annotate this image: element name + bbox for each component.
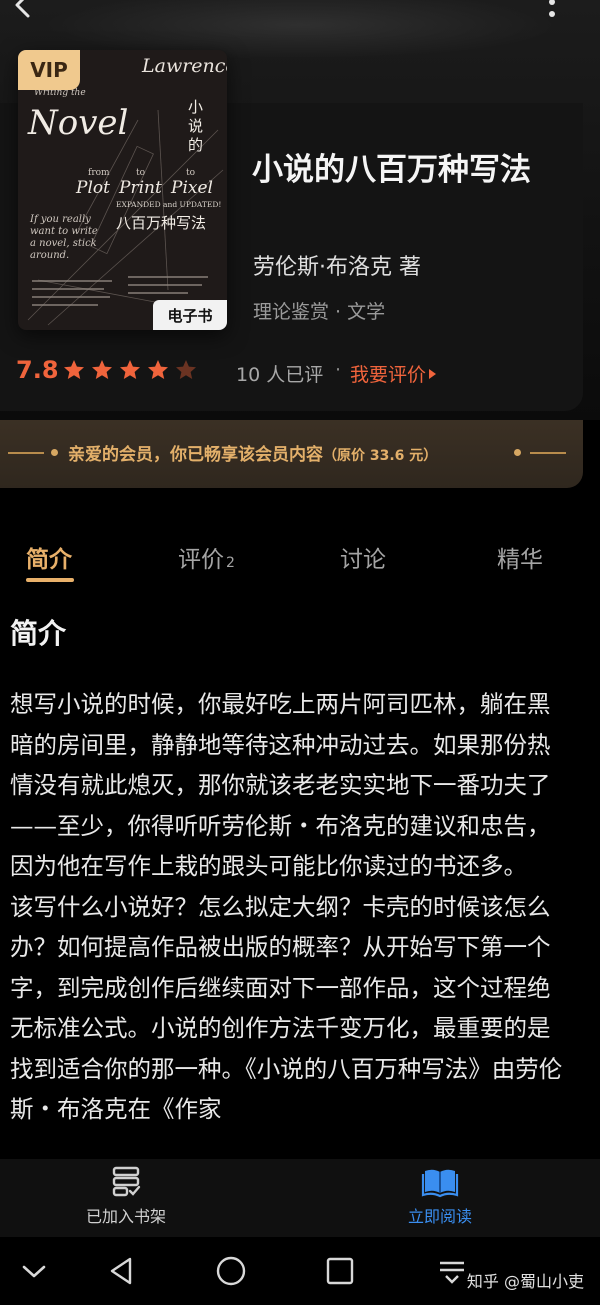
tab-intro[interactable]: 简介 [26,540,72,574]
back-triangle-icon[interactable] [106,1255,138,1287]
cover-edition: EXPANDED and UPDATED! [116,200,221,209]
book-tags[interactable]: 理论鉴赏 · 文学 [253,297,385,324]
cover-from: from [88,168,110,178]
bottom-action-bar: 已加入书架 立即阅读 [0,1159,600,1237]
tab-label: 精华 [497,547,543,573]
menu-lines-icon[interactable] [436,1255,468,1287]
cover-cn-vert-1: 小 [188,98,203,116]
read-label: 立即阅读 [408,1207,473,1226]
cover-art: Lawrence Block Writing the Novel from to… [27,55,227,326]
chevron-left-icon [15,0,30,18]
rate-book-label: 我要评价 [350,364,427,386]
star-full-icon [92,360,112,379]
cover-plot: Plot [75,178,110,198]
vip-badge: VIP [18,50,80,90]
rating-stars [62,358,198,382]
membership-message: 亲爱的会员，你已畅享该会员内容 [68,445,323,465]
membership-text: 亲爱的会员，你已畅享该会员内容（原价 33.6 元） [68,440,437,465]
ebook-badge: 电子书 [153,300,227,330]
bookshelf-check-icon [112,1166,141,1197]
added-to-shelf-button[interactable]: 已加入书架 [86,1165,166,1227]
book-title: 小说的八百万种写法 [252,152,531,188]
caret-right-icon [429,368,437,379]
cover-blurb-1: If you really [29,214,91,225]
back-button[interactable] [6,0,40,24]
intro-text: 想写小说的时候，你最好吃上两片阿司匹林，躺在黑暗的房间里，静静地等待这种冲动过去… [10,684,570,1159]
divider-dot [51,449,58,456]
divider-dot [514,449,521,456]
divider [530,452,566,454]
cover-pixel: Pixel [170,178,213,198]
rating-score: 7.8 [16,356,59,384]
cover-cn-vert-3: 的 [188,136,203,154]
watermark: 知乎 @蜀山小吏 [466,1272,584,1291]
rating-count: 10 人已评 [236,364,324,386]
cover-blurb-4: around. [30,250,69,261]
more-button[interactable] [540,0,564,18]
read-now-button[interactable]: 立即阅读 [408,1165,472,1227]
intro-paragraph: 该写什么小说好？怎么拟定大纲？卡壳的时候该怎么办？如何提高作品被出版的概率？从开… [10,892,563,1124]
divider [8,452,44,454]
shelf-label: 已加入书架 [86,1207,167,1226]
membership-banner: 亲爱的会员，你已畅享该会员内容（原价 33.6 元） [0,420,583,488]
tab-review-count: 2 [226,555,235,571]
intro-heading: 简介 [10,617,67,650]
book-cover[interactable]: Lawrence Block Writing the Novel from to… [18,50,227,330]
cover-blurb-3: a novel, stick [30,238,97,249]
cover-to1: to [136,168,145,178]
cover-cn-vert-2: 说 [188,117,203,135]
detail-tabs: 简介 评价 2 讨论 精华 [0,540,600,590]
tab-discussion[interactable]: 讨论 [340,540,386,574]
star-half-icon [176,360,196,379]
intro-paragraph: 想写小说的时候，你最好吃上两片阿司匹林，躺在黑暗的房间里，静静地等待这种冲动过去… [10,690,551,880]
membership-price: （原价 33.6 元） [323,448,438,464]
recents-square-icon[interactable] [324,1255,356,1287]
more-vertical-icon [549,0,555,17]
cover-to2: to [186,168,195,178]
tab-reviews[interactable]: 评价 2 [178,540,235,574]
star-full-icon [120,360,140,379]
rate-book-link[interactable]: 我要评价 [350,360,438,387]
home-circle-icon[interactable] [215,1255,247,1287]
tab-highlights[interactable]: 精华 [497,540,543,574]
chevron-down-icon[interactable] [18,1255,50,1287]
cover-author-en: Lawrence Block [141,55,227,77]
tab-active-indicator [26,578,74,582]
star-full-icon [148,360,168,379]
cover-big-title: Novel [27,103,128,143]
rating-separator: · [335,359,342,381]
cover-blurb-2: want to write [30,226,98,237]
cover-print: Print [118,178,162,198]
cover-cn-title: 八百万种写法 [116,214,206,232]
star-full-icon [64,360,84,379]
tab-label: 评价 [178,547,224,573]
tab-label: 简介 [26,547,72,573]
tab-label: 讨论 [340,547,386,573]
book-author[interactable]: 劳伦斯·布洛克 著 [253,249,421,281]
open-book-icon [421,1169,459,1198]
